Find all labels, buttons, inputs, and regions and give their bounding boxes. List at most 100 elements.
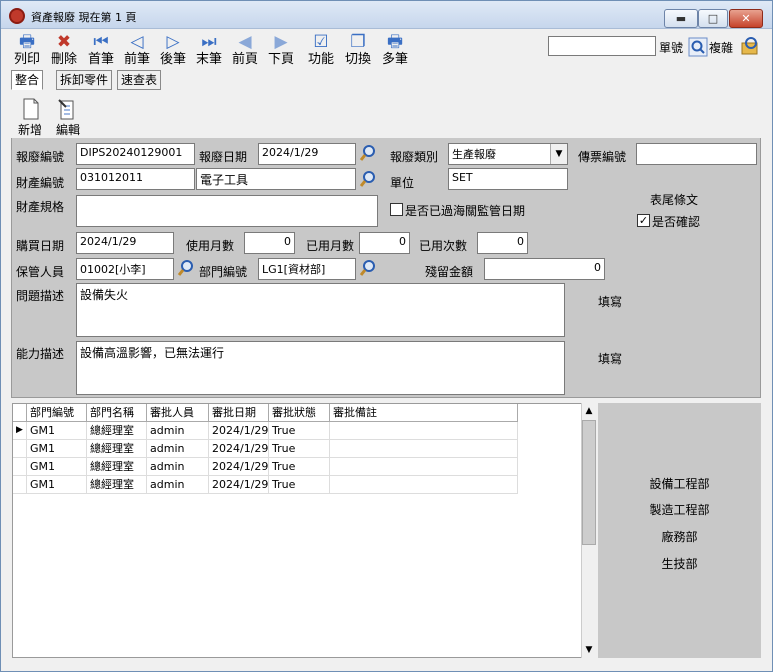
search-icon[interactable] — [688, 37, 708, 57]
unit-label: 單位 — [390, 176, 415, 190]
new-button[interactable]: 新增 — [18, 121, 42, 138]
table-cell[interactable]: admin — [147, 422, 209, 440]
function-button[interactable]: ☑ 功能 — [303, 32, 339, 70]
switch-button[interactable]: ❐ 切換 — [340, 32, 376, 70]
dept-manufacturing-engineering[interactable]: 製造工程部 — [598, 501, 761, 518]
next-record-button[interactable]: ▷ 後筆 — [155, 32, 191, 70]
table-cell[interactable]: 2024/1/29 — [209, 476, 269, 494]
voucher-field[interactable] — [636, 143, 757, 165]
table-cell[interactable] — [330, 422, 518, 440]
magnifier-icon[interactable] — [359, 144, 377, 162]
used-months-field[interactable]: 0 — [359, 232, 410, 254]
ability-field[interactable]: 設備高溫影響，已無法運行 — [76, 341, 565, 395]
row-pointer-icon: ▶ — [13, 422, 27, 440]
spec-field[interactable] — [76, 195, 378, 227]
used-months-label: 已用月數 — [306, 239, 355, 253]
table-cell[interactable]: 2024/1/29 — [209, 440, 269, 458]
table-cell[interactable]: True — [269, 440, 330, 458]
table-cell[interactable]: True — [269, 476, 330, 494]
scrap-date-field[interactable]: 2024/1/29 — [258, 143, 356, 165]
table-cell[interactable]: 2024/1/29 — [209, 458, 269, 476]
table-cell[interactable]: GM1 — [27, 476, 87, 494]
keeper-field[interactable]: 01002[小李] — [76, 258, 174, 280]
table-cell[interactable]: admin — [147, 458, 209, 476]
multi-record-button[interactable]: 🖶 多筆 — [377, 32, 413, 70]
use-months-label: 使用月數 — [186, 239, 235, 253]
customs-checkbox[interactable] — [390, 203, 403, 216]
table-cell[interactable]: GM1 — [27, 458, 87, 476]
table-cell[interactable]: 2024/1/29 — [209, 422, 269, 440]
maximize-button[interactable]: □ — [698, 9, 728, 28]
grid-header-approver[interactable]: 審批人員 — [147, 404, 209, 422]
used-times-label: 已用次數 — [419, 239, 468, 253]
dept-production-tech[interactable]: 生技部 — [598, 555, 761, 572]
end-clause-label[interactable]: 表尾條文 — [650, 191, 698, 208]
problem-field[interactable]: 設備失火 — [76, 283, 565, 337]
next-page-button[interactable]: ▶ 下頁 — [263, 32, 299, 70]
table-cell[interactable] — [330, 458, 518, 476]
last-record-button[interactable]: ⏭ 末筆 — [191, 32, 227, 70]
dept-facilities[interactable]: 廠務部 — [598, 528, 761, 545]
sub-toolbar — [11, 90, 761, 138]
table-cell[interactable]: 總經理室 — [87, 476, 147, 494]
table-cell[interactable] — [330, 476, 518, 494]
problem-fill-button[interactable]: 填寫 — [598, 293, 622, 310]
table-cell[interactable]: 總經理室 — [87, 422, 147, 440]
grid-header-approve-date[interactable]: 審批日期 — [209, 404, 269, 422]
scrollbar-thumb[interactable] — [582, 420, 596, 545]
purchase-date-field[interactable]: 2024/1/29 — [76, 232, 174, 254]
asset-name-field[interactable]: 電子工具 — [196, 168, 356, 190]
dept-field[interactable]: LG1[資材部] — [258, 258, 356, 280]
grid-header-approve-note[interactable]: 審批備註 — [330, 404, 518, 422]
table-cell[interactable]: 總經理室 — [87, 458, 147, 476]
magnifier-icon[interactable] — [359, 259, 377, 277]
asset-no-field[interactable]: 031012011 — [76, 168, 195, 190]
row-selector[interactable] — [13, 458, 27, 476]
minimize-button[interactable]: ▬ — [664, 9, 698, 28]
delete-button[interactable]: ✖ 刪除 — [46, 32, 82, 70]
table-cell[interactable]: admin — [147, 476, 209, 494]
row-selector[interactable] — [13, 476, 27, 494]
customs-check-label: 是否已過海關監管日期 — [405, 204, 526, 218]
table-cell[interactable]: GM1 — [27, 422, 87, 440]
confirm-checkbox[interactable]: ✓ — [637, 214, 650, 227]
use-months-field[interactable]: 0 — [244, 232, 295, 254]
scrap-no-field[interactable]: DIPS20240129001 — [76, 143, 195, 165]
chevron-down-icon[interactable]: ▼ — [550, 144, 567, 164]
ability-label: 能力描述 — [16, 347, 65, 361]
close-button[interactable]: ✕ — [729, 9, 763, 28]
next-page-label: 下頁 — [267, 52, 294, 67]
prev-page-button[interactable]: ◀ 前頁 — [227, 32, 263, 70]
search-no-label: 單號 — [659, 41, 684, 55]
row-selector[interactable] — [13, 440, 27, 458]
table-cell[interactable]: True — [269, 422, 330, 440]
ability-fill-button[interactable]: 填寫 — [598, 350, 622, 367]
grid-corner — [13, 404, 27, 422]
edit-button[interactable]: 編輯 — [56, 121, 80, 138]
magnifier-icon[interactable] — [359, 170, 377, 188]
print-button[interactable]: 🖶 列印 — [9, 32, 45, 70]
grid-header-dept-no[interactable]: 部門編號 — [27, 404, 87, 422]
tab-integrate[interactable]: 整合 — [11, 70, 44, 90]
prev-record-button[interactable]: ◁ 前筆 — [119, 32, 155, 70]
table-cell[interactable]: GM1 — [27, 440, 87, 458]
table-cell[interactable]: True — [269, 458, 330, 476]
unit-field[interactable]: SET — [448, 168, 568, 190]
prev-page-label: 前頁 — [231, 52, 258, 67]
table-cell[interactable] — [330, 440, 518, 458]
scroll-down-icon[interactable]: ▼ — [582, 643, 596, 657]
grid-header-approve-status[interactable]: 審批狀態 — [269, 404, 330, 422]
advanced-search-icon[interactable] — [739, 35, 761, 57]
dept-equipment-engineering[interactable]: 設備工程部 — [598, 475, 761, 492]
table-cell[interactable]: admin — [147, 440, 209, 458]
magnifier-icon[interactable] — [177, 259, 195, 277]
tab-quick-lookup[interactable]: 速查表 — [117, 70, 162, 90]
first-record-button[interactable]: ⏮ 首筆 — [83, 32, 119, 70]
scroll-up-icon[interactable]: ▲ — [582, 404, 596, 418]
grid-header-dept-name[interactable]: 部門名稱 — [87, 404, 147, 422]
used-times-field[interactable]: 0 — [477, 232, 528, 254]
residual-field[interactable]: 0 — [484, 258, 605, 280]
tab-disassemble-parts[interactable]: 拆卸零件 — [56, 70, 113, 90]
search-input[interactable] — [548, 36, 656, 56]
table-cell[interactable]: 總經理室 — [87, 440, 147, 458]
